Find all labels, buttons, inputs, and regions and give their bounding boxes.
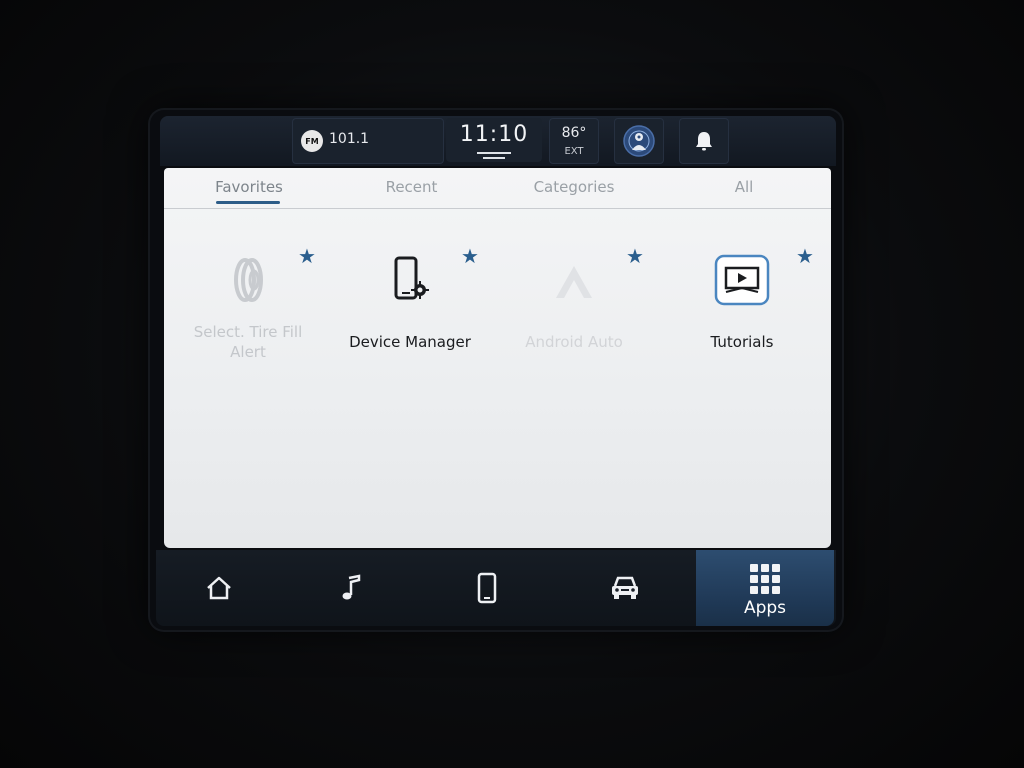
app-label-tutorials: Tutorials <box>710 333 774 351</box>
nav-apps-button[interactable]: Apps <box>696 550 834 626</box>
tab-favorites[interactable]: Favorites <box>204 178 294 196</box>
app-label-tire-fill-line2: Alert <box>230 343 266 361</box>
radio-station: 101.1 <box>329 131 370 147</box>
clock: 11:10 <box>459 122 529 147</box>
clock-widget[interactable]: 11:10 <box>446 118 542 162</box>
apps-panel: Favorites Recent Categories All Select. … <box>164 168 831 548</box>
nav-media-button[interactable] <box>288 550 414 626</box>
nav-home-button[interactable] <box>156 550 282 626</box>
notifications-button[interactable] <box>679 118 729 164</box>
app-label-tire-fill-line1: Select. Tire Fill <box>193 323 303 341</box>
android-auto-icon <box>556 266 592 298</box>
phone-icon <box>477 572 497 604</box>
nav-apps-label: Apps <box>743 598 787 618</box>
driver-profile-button[interactable] <box>614 118 664 164</box>
driver-profile-icon <box>623 125 655 157</box>
radio-widget[interactable]: FM 101.1 <box>292 118 444 164</box>
tab-bar: Favorites Recent Categories All <box>164 168 831 209</box>
temperature-widget[interactable]: 86° EXT <box>549 118 599 164</box>
tutorials-icon <box>714 254 770 306</box>
favorite-star-icon[interactable]: ★ <box>626 244 644 268</box>
nav-phone-button[interactable] <box>424 550 550 626</box>
home-icon <box>207 576 231 600</box>
favorite-star-icon[interactable]: ★ <box>298 244 316 268</box>
favorite-star-icon[interactable]: ★ <box>461 244 479 268</box>
tab-categories[interactable]: Categories <box>524 178 624 196</box>
nav-vehicle-button[interactable] <box>562 550 688 626</box>
tab-recent[interactable]: Recent <box>364 178 459 196</box>
phone-settings-icon <box>394 256 429 300</box>
tire-icon <box>234 258 263 302</box>
music-note-icon <box>342 574 361 600</box>
app-label-device-manager: Device Manager <box>349 333 471 351</box>
car-icon <box>612 576 638 599</box>
apps-grid-icon <box>750 564 780 594</box>
temperature-label: EXT <box>564 146 584 157</box>
tab-all[interactable]: All <box>709 178 779 196</box>
menu-lines-icon <box>474 152 514 162</box>
favorite-star-icon[interactable]: ★ <box>796 244 814 268</box>
active-tab-indicator <box>216 201 280 204</box>
fm-badge: FM <box>301 130 323 152</box>
bottom-nav: Apps <box>156 550 836 626</box>
app-label-android-auto: Android Auto <box>525 333 623 351</box>
temperature-value: 86° <box>561 125 587 141</box>
bell-icon <box>696 132 712 151</box>
